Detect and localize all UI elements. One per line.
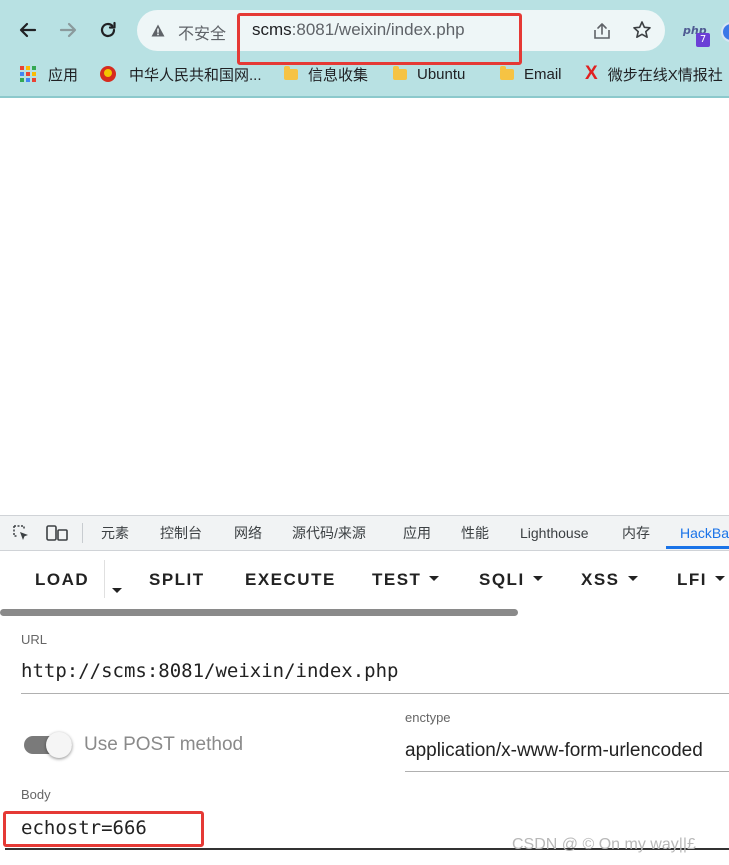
page-viewport xyxy=(0,98,729,515)
load-dropdown-icon[interactable] xyxy=(112,588,122,593)
reload-icon xyxy=(100,21,116,38)
warning-icon xyxy=(151,24,165,37)
tab-application[interactable]: 应用 xyxy=(403,516,431,550)
url-highlight-box xyxy=(237,13,522,65)
star-icon[interactable] xyxy=(632,20,652,40)
url-input-underline xyxy=(21,693,729,694)
back-button[interactable] xyxy=(14,16,42,44)
security-label[interactable]: 不安全 xyxy=(178,20,226,44)
url-input[interactable]: http://scms:8081/weixin/index.php xyxy=(21,660,399,682)
bookmark-apps[interactable]: 应用 xyxy=(20,62,78,86)
split-button[interactable]: SPLIT xyxy=(149,570,205,590)
arrow-right-icon xyxy=(59,22,77,38)
active-tab-indicator xyxy=(666,546,729,549)
bookmark-threatbook[interactable]: X 微步在线X情报社 xyxy=(585,62,723,86)
apps-grid-icon xyxy=(20,66,36,82)
bookmark-label: Email xyxy=(524,65,562,83)
load-button[interactable]: LOAD xyxy=(35,570,89,590)
horizontal-scrollbar[interactable] xyxy=(0,609,518,616)
bookmark-email[interactable]: Email xyxy=(500,62,562,86)
xss-menu-button[interactable]: XSS xyxy=(581,570,638,590)
test-menu-button[interactable]: TEST xyxy=(372,570,440,590)
test-label: TEST xyxy=(372,570,422,589)
bookmark-label: 中华人民共和国网... xyxy=(129,66,262,84)
lfi-label: LFI xyxy=(677,570,707,589)
folder-icon xyxy=(500,65,514,80)
body-field-label: Body xyxy=(21,787,51,802)
bookmark-ubuntu[interactable]: Ubuntu xyxy=(393,62,465,86)
devtools-tabbar: 元素 控制台 网络 源代码/来源 应用 性能 Lighthouse 内存 Hac… xyxy=(0,515,729,551)
bookmark-info-collection[interactable]: 信息收集 xyxy=(284,62,368,86)
tab-elements[interactable]: 元素 xyxy=(101,516,129,550)
bookmark-label: 微步在线X情报社 xyxy=(607,66,723,84)
tab-console[interactable]: 控制台 xyxy=(160,516,202,550)
chevron-down-icon xyxy=(532,576,543,581)
tab-lighthouse[interactable]: Lighthouse xyxy=(520,516,589,550)
tab-memory[interactable]: 内存 xyxy=(622,516,650,550)
inspect-element-icon[interactable] xyxy=(12,524,30,542)
execute-button[interactable]: EXECUTE xyxy=(245,570,336,590)
reload-button[interactable] xyxy=(94,16,122,44)
tab-divider xyxy=(82,523,83,543)
bookmark-gov[interactable]: 中华人民共和国网... xyxy=(100,62,262,86)
x-logo-icon: X xyxy=(585,63,598,84)
chevron-down-icon xyxy=(429,576,440,581)
bookmark-label: 应用 xyxy=(48,66,79,84)
chevron-down-icon xyxy=(715,576,725,581)
sqli-menu-button[interactable]: SQLI xyxy=(479,570,543,590)
enctype-select[interactable]: application/x-www-form-urlencoded xyxy=(405,740,729,762)
bookmark-label: 信息收集 xyxy=(308,66,369,84)
xss-label: XSS xyxy=(581,570,620,589)
tab-sources[interactable]: 源代码/来源 xyxy=(292,516,366,550)
php-extension-icon[interactable]: php 7 xyxy=(683,20,715,48)
chevron-down-icon xyxy=(627,576,638,581)
emblem-icon xyxy=(100,66,116,82)
sqli-label: SQLI xyxy=(479,570,525,589)
post-method-toggle[interactable] xyxy=(24,732,72,758)
tab-network[interactable]: 网络 xyxy=(234,516,262,550)
post-method-label: Use POST method xyxy=(84,734,244,755)
url-field-label: URL xyxy=(21,632,48,647)
bookmark-label: Ubuntu xyxy=(417,65,466,83)
lfi-menu-button[interactable]: LFI xyxy=(677,570,725,590)
folder-icon xyxy=(284,65,298,80)
watermark: CSDN @ © On my way||£ xyxy=(512,836,696,853)
tab-performance[interactable]: 性能 xyxy=(461,516,489,550)
body-highlight-box xyxy=(3,811,204,847)
load-divider xyxy=(104,560,105,598)
toggle-knob xyxy=(46,732,72,758)
arrow-left-icon xyxy=(19,22,37,38)
folder-icon xyxy=(393,65,407,80)
enctype-label: enctype xyxy=(405,710,451,725)
device-toolbar-icon[interactable] xyxy=(46,524,68,542)
tab-hackbar[interactable]: HackBa xyxy=(680,516,729,550)
enctype-underline xyxy=(405,771,729,772)
extension-badge: 7 xyxy=(696,33,710,47)
share-icon[interactable] xyxy=(592,21,612,41)
forward-button[interactable] xyxy=(54,16,82,44)
